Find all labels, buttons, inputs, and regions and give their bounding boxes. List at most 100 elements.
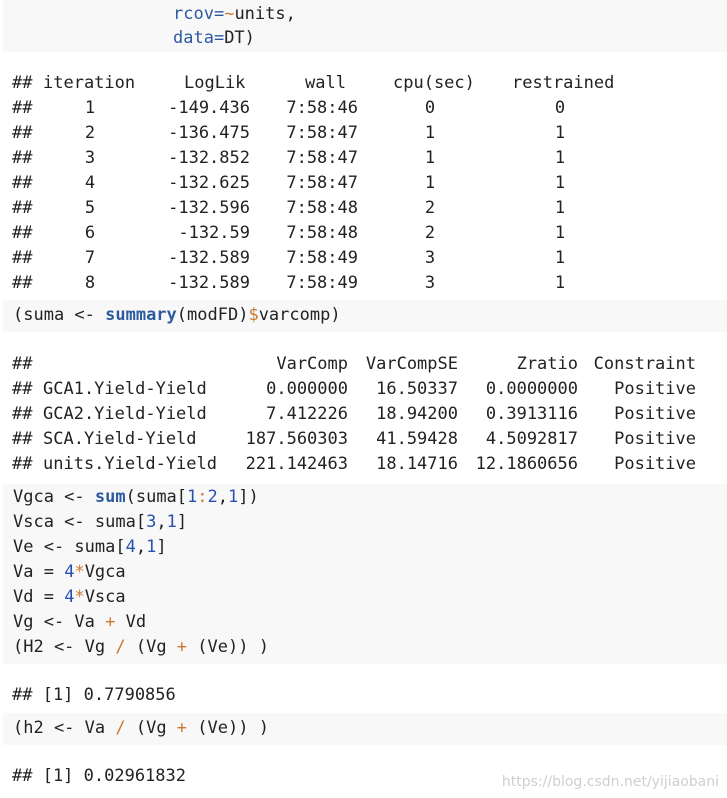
varcomp-cell: 0.3913116 bbox=[485, 404, 578, 424]
iteration-cell: -132.596 bbox=[168, 198, 250, 218]
code-line-data: data=DT) bbox=[173, 28, 255, 48]
prefix: ## bbox=[12, 454, 33, 474]
iteration-cell: -132.59 bbox=[178, 223, 250, 243]
col-varcompse-header: VarCompSE bbox=[365, 354, 458, 374]
iteration-header-row: ## iteration LogLik wall cpu(sec) restra… bbox=[0, 71, 727, 96]
iteration-cell: 1 bbox=[424, 148, 436, 168]
varcomp-term: GCA1.Yield-Yield bbox=[43, 379, 207, 399]
iteration-cell: 1 bbox=[554, 248, 566, 268]
varcomp-cell: Positive bbox=[614, 379, 696, 399]
iteration-cell: -132.852 bbox=[168, 148, 250, 168]
iteration-cell: 1 bbox=[554, 173, 566, 193]
varcomp-cell: 7.412226 bbox=[266, 404, 348, 424]
iteration-cell: 3 bbox=[84, 148, 96, 168]
code-block-summary: (suma <- summary(modFD)$varcomp) bbox=[3, 300, 727, 332]
iteration-cell: 7:58:48 bbox=[286, 198, 358, 218]
iteration-cell: 7:58:46 bbox=[286, 98, 358, 118]
varcomp-cell: Positive bbox=[614, 454, 696, 474]
code-line-rcov: rcov=~units, bbox=[173, 4, 296, 24]
code-line-ve: Ve <- suma[4,1] bbox=[13, 537, 167, 557]
col-wall-header: wall bbox=[305, 73, 346, 93]
iteration-cell: 1 bbox=[84, 98, 96, 118]
iteration-cell: 2 bbox=[424, 223, 436, 243]
iteration-cell: 5 bbox=[84, 198, 96, 218]
iteration-row: ## 1 -149.436 7:58:46 0 0 bbox=[0, 96, 727, 121]
iteration-cell: 1 bbox=[554, 273, 566, 293]
code-line-vsca: Vsca <- suma[3,1] bbox=[13, 512, 188, 532]
code-line-vd: Vd = 4*Vsca bbox=[13, 587, 126, 607]
prefix: ## bbox=[12, 248, 33, 268]
iteration-row: ## 5 -132.596 7:58:48 2 1 bbox=[0, 196, 727, 221]
output-h2: ## [1] 0.02961832 bbox=[12, 766, 186, 786]
iteration-cell: -136.475 bbox=[168, 123, 250, 143]
iteration-cell: 3 bbox=[424, 273, 436, 293]
prefix: ## bbox=[12, 98, 33, 118]
iteration-cell: 7 bbox=[84, 248, 96, 268]
iteration-cell: 7:58:49 bbox=[286, 248, 358, 268]
iteration-cell: 0 bbox=[424, 98, 436, 118]
iteration-cell: 3 bbox=[424, 248, 436, 268]
col-varcomp-header: VarComp bbox=[276, 354, 348, 374]
varcomp-cell: 4.5092817 bbox=[485, 429, 578, 449]
iteration-row: ## 3 -132.852 7:58:47 1 1 bbox=[0, 146, 727, 171]
prefix: ## bbox=[12, 148, 33, 168]
iteration-cell: 6 bbox=[84, 223, 96, 243]
varcomp-term: units.Yield-Yield bbox=[43, 454, 217, 474]
iteration-cell: 0 bbox=[554, 98, 566, 118]
col-iteration-header: iteration bbox=[43, 73, 136, 93]
code-block-model-args: rcov=~units, data=DT) bbox=[3, 0, 727, 52]
iteration-cell: 2 bbox=[84, 123, 96, 143]
prefix: ## bbox=[12, 73, 33, 93]
varcomp-term: SCA.Yield-Yield bbox=[43, 429, 197, 449]
varcomp-cell: 18.94200 bbox=[376, 404, 458, 424]
varcomp-cell: 187.560303 bbox=[245, 429, 348, 449]
watermark: https://blog.csdn.net/yijiaobani bbox=[501, 774, 719, 790]
varcomp-cell: Positive bbox=[614, 404, 696, 424]
prefix: ## bbox=[12, 404, 33, 424]
code-line-va: Va = 4*Vgca bbox=[13, 562, 126, 582]
code-line-vgca: Vgca <- sum(suma[1:2,1]) bbox=[13, 487, 259, 507]
code-block-h2: (h2 <- Va / (Vg + (Ve)) ) bbox=[3, 713, 727, 745]
iteration-cell: 8 bbox=[84, 273, 96, 293]
col-zratio-header: Zratio bbox=[516, 354, 578, 374]
varcomp-cell: 16.50337 bbox=[376, 379, 458, 399]
iteration-cell: 7:58:49 bbox=[286, 273, 358, 293]
prefix: ## bbox=[12, 223, 33, 243]
iteration-row: ## 7 -132.589 7:58:49 3 1 bbox=[0, 246, 727, 271]
iteration-cell: 1 bbox=[554, 148, 566, 168]
code-block-calculation: Vgca <- sum(suma[1:2,1]) Vsca <- suma[3,… bbox=[3, 484, 727, 664]
iteration-cell: 7:58:47 bbox=[286, 148, 358, 168]
iteration-cell: 4 bbox=[84, 173, 96, 193]
iteration-cell: -132.625 bbox=[168, 173, 250, 193]
iteration-cell: 2 bbox=[424, 198, 436, 218]
varcomp-cell: Positive bbox=[614, 429, 696, 449]
iteration-cell: -132.589 bbox=[168, 248, 250, 268]
prefix: ## bbox=[12, 198, 33, 218]
prefix: ## bbox=[12, 173, 33, 193]
iteration-cell: -132.589 bbox=[168, 273, 250, 293]
col-restrained-header: restrained bbox=[512, 73, 615, 93]
iteration-cell: 1 bbox=[424, 173, 436, 193]
varcomp-cell: 12.1860656 bbox=[475, 454, 578, 474]
iteration-cell: 7:58:48 bbox=[286, 223, 358, 243]
prefix: ## bbox=[12, 354, 33, 374]
varcomp-cell: 0.0000000 bbox=[485, 379, 578, 399]
iteration-cell: -149.436 bbox=[168, 98, 250, 118]
varcomp-cell: 41.59428 bbox=[376, 429, 458, 449]
prefix: ## bbox=[12, 123, 33, 143]
code-line-H2: (H2 <- Vg / (Vg + (Ve)) ) bbox=[13, 637, 269, 657]
varcomp-row: ## SCA.Yield-Yield 187.560303 41.59428 4.509… bbox=[0, 427, 727, 452]
varcomp-row: ## GCA1.Yield-Yield 0.000000 16.50337 0.0000… bbox=[0, 377, 727, 402]
varcomp-header-row: ## VarComp VarCompSE Zratio Constraint bbox=[0, 352, 727, 377]
prefix: ## bbox=[12, 429, 33, 449]
col-cpu-header: cpu(sec) bbox=[393, 73, 475, 93]
varcomp-cell: 221.142463 bbox=[245, 454, 348, 474]
code-line-vg: Vg <- Va + Vd bbox=[13, 612, 147, 632]
col-loglik-header: LogLik bbox=[184, 73, 246, 93]
iteration-cell: 1 bbox=[554, 223, 566, 243]
output-H2: ## [1] 0.7790856 bbox=[12, 685, 176, 705]
prefix: ## bbox=[12, 273, 33, 293]
varcomp-row: ## units.Yield-Yield 221.142463 18.14716 12.… bbox=[0, 452, 727, 477]
iteration-cell: 1 bbox=[554, 123, 566, 143]
code-line-h2: (h2 <- Va / (Vg + (Ve)) ) bbox=[13, 718, 269, 738]
